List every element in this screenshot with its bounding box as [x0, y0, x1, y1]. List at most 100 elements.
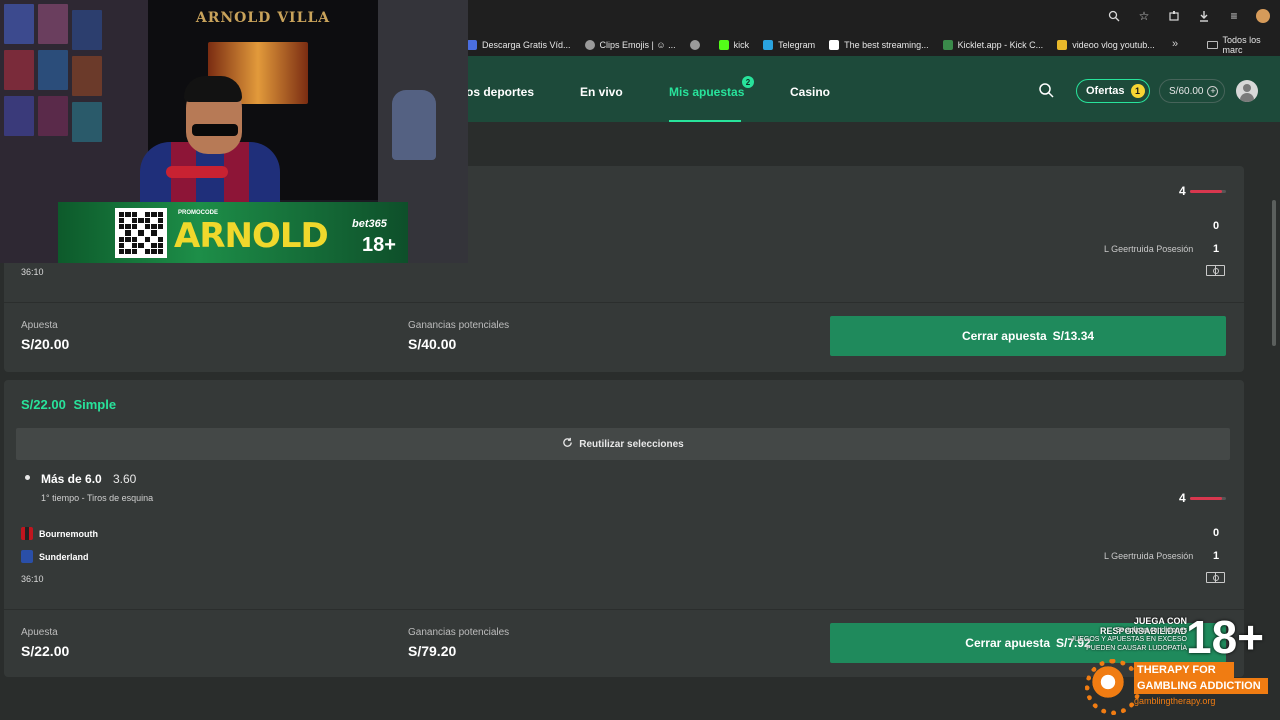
bet-type: Simple: [73, 397, 117, 412]
qr-code-icon: [115, 208, 167, 258]
event-progress: 4: [1179, 491, 1226, 505]
search-icon[interactable]: [1038, 82, 1054, 98]
bookmarks-more-button[interactable]: »: [1172, 38, 1178, 50]
reuse-label: Reutilizar selecciones: [579, 438, 684, 450]
potential-value: S/40.00: [408, 336, 457, 352]
cashout-button[interactable]: Cerrar apuesta S/13.34: [830, 316, 1226, 356]
progress-track: [1189, 496, 1226, 500]
promocode-value: ARNOLD: [174, 216, 329, 256]
download-icon[interactable]: [1196, 8, 1212, 24]
streamer-name: ARNOLD VILLA: [195, 10, 331, 26]
away-score: 1: [1213, 550, 1220, 562]
screen: ☆ ≡ Descarga Gratis Víd... Clips Emojis |…: [0, 0, 1280, 720]
star-icon[interactable]: ☆: [1136, 8, 1152, 24]
match-timer: 36:10: [21, 267, 44, 277]
webcam-overlay: ARNOLD VILLA PROMOCODE ARNOLD bet365 18+: [0, 0, 468, 263]
telegram-icon: [763, 40, 774, 50]
drive-icon: [1057, 40, 1068, 50]
progress-fill: [1189, 189, 1223, 193]
stake-label: Apuesta: [21, 627, 58, 638]
event-progress: 4: [1179, 184, 1226, 198]
selection-market: 1° tiempo - Tiros de esquina: [41, 493, 154, 503]
age-restriction-badge: 18+: [1186, 611, 1265, 663]
user-account-icon[interactable]: [1236, 80, 1258, 102]
pitch-icon[interactable]: [1206, 265, 1225, 276]
home-score: 0: [1213, 220, 1220, 232]
nav-casino[interactable]: Casino: [790, 85, 830, 99]
potential-value: S/79.20: [408, 643, 457, 659]
stat-label: L Geertruida Posesión: [1104, 551, 1194, 561]
pitch-icon[interactable]: [1206, 572, 1225, 583]
home-team: Bournemouth: [21, 527, 98, 540]
water-bottle: [392, 90, 436, 160]
kicklet-icon: [942, 40, 953, 50]
cashout-label: Cerrar apuesta: [965, 636, 1050, 650]
refresh-icon: [562, 437, 573, 451]
zoom-icon[interactable]: [1106, 8, 1122, 24]
potential-label: Ganancias potenciales: [408, 627, 510, 638]
streamer-hair: [184, 76, 242, 102]
bookmark-label: Clips Emojis | ☺ ...: [599, 40, 676, 50]
offers-label: Ofertas: [1086, 85, 1125, 97]
balance-button[interactable]: S/60.00 +: [1159, 79, 1225, 103]
globe-icon: [689, 40, 700, 50]
balance-value: S/60.00: [1169, 85, 1204, 97]
resp-line: PUEDEN CAUSAR LUDOPATÍA: [1086, 645, 1187, 652]
stake-value: S/22.00: [21, 643, 70, 659]
away-team: Sunderland: [21, 550, 89, 563]
responsible-gambling-overlay: JUEGA CON RESPONSABILIDAD Se aplican con…: [1040, 614, 1280, 720]
potential-label: Ganancias potenciales: [408, 320, 510, 331]
progress-track: [1189, 189, 1226, 193]
bookmark-label: videoo vlog youtub...: [1072, 40, 1155, 50]
resp-line: JUEGOS Y APUESTAS EN EXCESO: [1070, 636, 1187, 643]
away-team-name: Sunderland: [39, 551, 89, 562]
therapy-subtitle: GAMBLING ADDICTION: [1134, 678, 1268, 694]
bookmark-label: Kicklet.app - Kick C...: [957, 40, 1044, 50]
bookmark-item[interactable]: The best streaming...: [829, 40, 929, 50]
reuse-selections-button[interactable]: Reutilizar selecciones: [16, 428, 1230, 460]
bookmark-item[interactable]: Kicklet.app - Kick C...: [942, 40, 1044, 50]
bookmarks-folder-label: Todos los marc: [1222, 35, 1261, 55]
nav-live[interactable]: En vivo: [580, 85, 623, 99]
page-scrollbar[interactable]: [1272, 200, 1276, 346]
bet-header: S/22.00 Simple: [21, 397, 116, 412]
nav-sports[interactable]: os deportes: [466, 85, 534, 99]
bookmark-item[interactable]: Clips Emojis | ☺ ...: [584, 40, 676, 50]
media-icon[interactable]: ≡: [1226, 8, 1242, 24]
folder-icon: [1207, 41, 1218, 49]
bookmarks-folder[interactable]: Todos los marc: [1207, 34, 1280, 56]
therapy-site: gamblingtherapy.org: [1134, 696, 1216, 706]
browser-actions: ☆ ≡: [1106, 8, 1280, 24]
resp-line: Se aplican condiciones: [1115, 627, 1187, 634]
bookmark-item[interactable]: Descarga Gratis Víd...: [467, 40, 571, 50]
nav-my-bets[interactable]: Mis apuestas: [669, 85, 744, 99]
bookmark-item[interactable]: [689, 40, 705, 50]
progress-fill: [1189, 496, 1223, 500]
home-team-name: Bournemouth: [39, 528, 98, 539]
bookmark-item[interactable]: kick: [718, 40, 749, 50]
therapy-title: THERAPY FOR: [1134, 662, 1234, 678]
profile-avatar-icon[interactable]: [1256, 9, 1270, 23]
brand-logo: bet365: [352, 218, 387, 230]
bookmark-item[interactable]: videoo vlog youtub...: [1057, 40, 1155, 50]
promo-banner: PROMOCODE ARNOLD bet365 18+: [58, 202, 408, 263]
team-kit-icon: [21, 527, 33, 540]
stat-label: L Geertruida Posesión: [1104, 244, 1194, 254]
diamond-icon: [829, 40, 840, 50]
progress-value: 4: [1179, 184, 1186, 198]
extensions-icon[interactable]: [1166, 8, 1182, 24]
bookmark-label: The best streaming...: [844, 40, 929, 50]
add-funds-icon[interactable]: +: [1207, 85, 1219, 97]
microphone: [166, 166, 228, 178]
bookmark-label: Descarga Gratis Víd...: [482, 40, 571, 50]
away-score: 1: [1213, 243, 1220, 255]
offers-count-badge: 1: [1130, 84, 1145, 98]
globe-icon: [584, 40, 595, 50]
home-score: 0: [1213, 527, 1220, 539]
progress-value: 4: [1179, 491, 1186, 505]
cashout-label: Cerrar apuesta: [961, 329, 1047, 343]
offers-button[interactable]: Ofertas 1: [1076, 79, 1150, 103]
bookmark-item[interactable]: Telegram: [763, 40, 815, 50]
selection-name: Más de 6.0: [41, 472, 102, 486]
cashout-value: S/13.34: [1052, 329, 1095, 343]
